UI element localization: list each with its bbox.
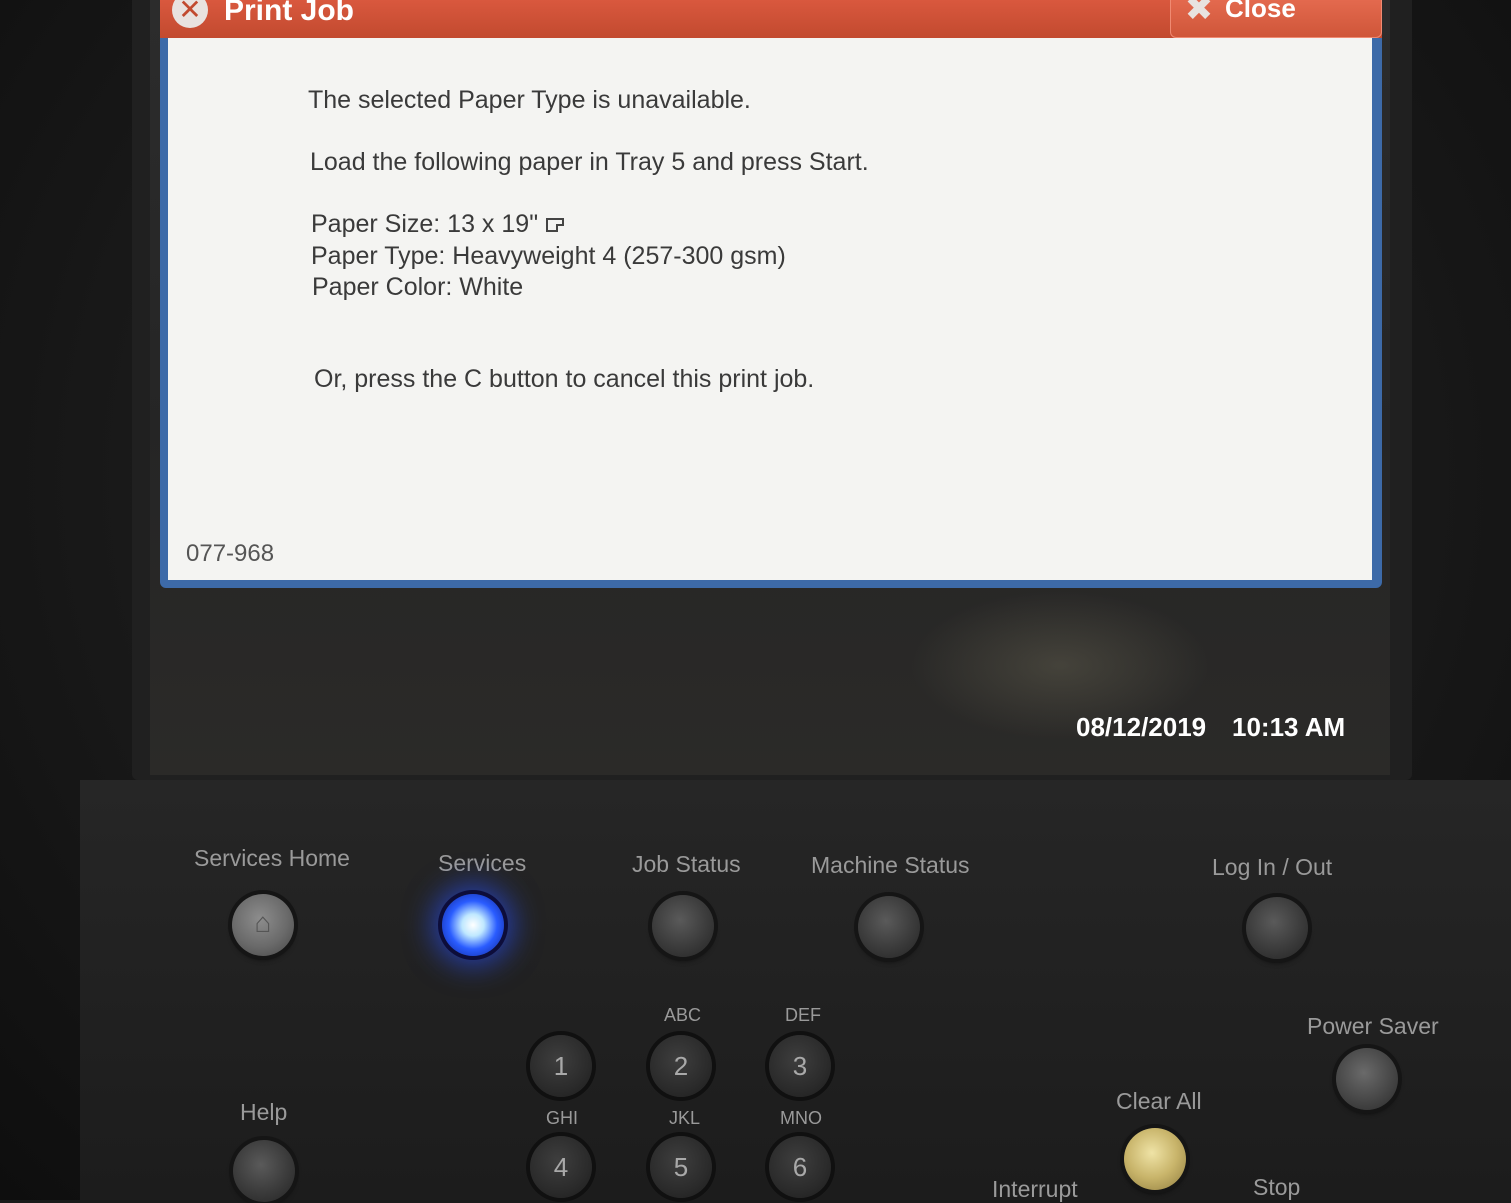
keypad-letters-ghi: GHI xyxy=(546,1108,579,1128)
services-home-button[interactable]: ⌂ xyxy=(232,894,294,956)
machine-status-label: Machine Status xyxy=(811,852,970,878)
clear-all-button[interactable] xyxy=(1124,1128,1186,1190)
dialog-title: Print Job xyxy=(224,0,355,27)
paper-type-line: Paper Type: Heavyweight 4 (257-300 gsm) xyxy=(311,242,786,270)
keypad-letters-jkl: JKL xyxy=(669,1108,701,1128)
error-x-icon: ✕ xyxy=(172,0,208,28)
help-label: Help xyxy=(240,1099,288,1125)
keypad-letters-abc: ABC xyxy=(664,1005,702,1025)
keypad-key-3[interactable]: 3 xyxy=(769,1035,831,1097)
keypad-key-5[interactable]: 5 xyxy=(650,1136,712,1198)
home-icon: ⌂ xyxy=(254,907,272,938)
log-in-out-button[interactable] xyxy=(1246,897,1308,959)
job-status-label: Job Status xyxy=(632,851,741,877)
unavailable-message: The selected Paper Type is unavailable. xyxy=(308,86,751,114)
dialog-body: The selected Paper Type is unavailable. … xyxy=(168,38,1372,580)
stop-label: Stop xyxy=(1253,1174,1301,1200)
status-time: 10:13 AM xyxy=(1232,712,1346,742)
log-in-out-label: Log In / Out xyxy=(1212,854,1333,880)
job-status-button[interactable] xyxy=(652,895,714,957)
close-button[interactable]: ✖ Close xyxy=(1170,0,1382,38)
machine-status-button[interactable] xyxy=(858,896,920,958)
services-label: Services xyxy=(438,850,527,876)
help-button[interactable] xyxy=(233,1140,295,1202)
dialog-header: ✕ Print Job ✖ Close xyxy=(160,0,1382,38)
keypad-key-2[interactable]: 2 xyxy=(650,1035,712,1097)
paper-size-line: Paper Size: 13 x 19" xyxy=(311,210,565,239)
close-button-label: Close xyxy=(1225,0,1296,23)
interrupt-label: Interrupt xyxy=(992,1176,1078,1202)
keypad-key-4[interactable]: 4 xyxy=(530,1136,592,1198)
instruction-message: Load the following paper in Tray 5 and p… xyxy=(310,148,869,176)
keypad-letters-mno: MNO xyxy=(780,1108,822,1128)
status-date: 08/12/2019 xyxy=(1076,712,1207,742)
cancel-hint: Or, press the C button to cancel this pr… xyxy=(314,365,815,393)
power-saver-label: Power Saver xyxy=(1307,1013,1439,1039)
keypad-letters-def: DEF xyxy=(785,1005,821,1025)
services-button[interactable] xyxy=(442,894,504,956)
services-home-label: Services Home xyxy=(194,845,350,871)
power-saver-button[interactable] xyxy=(1336,1048,1398,1110)
paper-color-line: Paper Color: White xyxy=(312,273,524,301)
paper-size-text: Paper Size: 13 x 19" xyxy=(311,210,539,238)
clear-all-label: Clear All xyxy=(1116,1088,1202,1114)
print-job-dialog: ✕ Print Job ✖ Close The selected Paper T… xyxy=(160,0,1382,588)
close-icon: ✖ xyxy=(1184,0,1214,28)
keypad-key-1[interactable]: 1 xyxy=(530,1035,592,1097)
orientation-icon xyxy=(546,218,565,233)
printer-control-panel: ✕ Print Job ✖ Close The selected Paper T… xyxy=(0,0,1511,1202)
keypad-key-6[interactable]: 6 xyxy=(769,1136,831,1198)
error-code: 077-968 xyxy=(186,540,275,567)
